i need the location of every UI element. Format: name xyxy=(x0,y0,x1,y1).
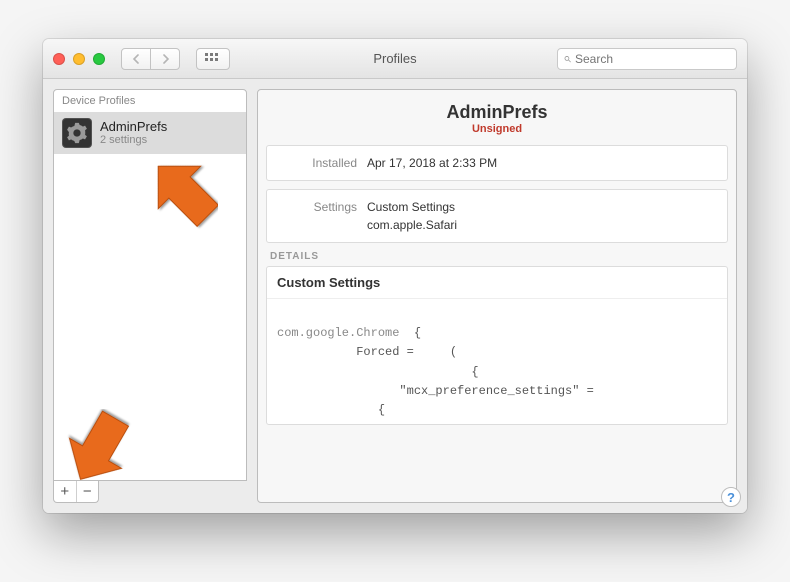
traffic-lights xyxy=(53,53,105,65)
settings-label-spacer xyxy=(277,218,357,232)
add-profile-button[interactable]: + xyxy=(54,481,77,502)
details-box-title: Custom Settings xyxy=(267,267,727,299)
chevron-right-icon xyxy=(161,54,170,64)
help-button[interactable]: ? xyxy=(721,487,741,507)
profile-item-name: AdminPrefs xyxy=(100,119,167,135)
settings-value: Custom Settings xyxy=(367,200,455,214)
profiles-list: Device Profiles AdminPrefs 2 settings xyxy=(53,89,247,481)
profile-item-text: AdminPrefs 2 settings xyxy=(100,119,167,148)
titlebar: Profiles xyxy=(43,39,747,79)
nav-buttons xyxy=(121,48,180,70)
profiles-list-header: Device Profiles xyxy=(54,90,246,112)
details-domain: com.google.Chrome xyxy=(277,326,399,340)
search-input[interactable] xyxy=(575,52,730,66)
gear-icon xyxy=(62,118,92,148)
details-header: DETAILS xyxy=(270,251,728,262)
installed-card: Installed Apr 17, 2018 at 2:33 PM xyxy=(266,145,728,181)
settings-label: Settings xyxy=(277,200,357,214)
detail-status: Unsigned xyxy=(266,123,728,135)
settings-card: Settings Custom Settings com.apple.Safar… xyxy=(266,189,728,243)
window-body: Device Profiles AdminPrefs 2 settings + … xyxy=(43,79,747,513)
preferences-window: Profiles Device Profiles AdminPrefs 2 se… xyxy=(43,39,747,513)
close-window-button[interactable] xyxy=(53,53,65,65)
search-field[interactable] xyxy=(557,48,737,70)
back-button[interactable] xyxy=(121,48,151,70)
sidebar: Device Profiles AdminPrefs 2 settings + … xyxy=(53,89,247,503)
installed-label: Installed xyxy=(277,156,357,170)
show-all-button[interactable] xyxy=(196,48,230,70)
profile-item-adminprefs[interactable]: AdminPrefs 2 settings xyxy=(54,112,246,154)
grid-icon xyxy=(205,53,221,65)
detail-title: AdminPrefs xyxy=(266,102,728,123)
settings-bundle: com.apple.Safari xyxy=(367,218,457,232)
forward-button[interactable] xyxy=(150,48,180,70)
chevron-left-icon xyxy=(132,54,141,64)
sidebar-footer: + − xyxy=(53,481,99,503)
profile-item-subtitle: 2 settings xyxy=(100,134,167,147)
profile-detail: AdminPrefs Unsigned Installed Apr 17, 20… xyxy=(257,89,737,503)
minimize-window-button[interactable] xyxy=(73,53,85,65)
zoom-window-button[interactable] xyxy=(93,53,105,65)
remove-profile-button[interactable]: − xyxy=(77,481,99,502)
search-icon xyxy=(564,53,571,65)
details-box: Custom Settings com.google.Chrome { Forc… xyxy=(266,266,728,425)
installed-value: Apr 17, 2018 at 2:33 PM xyxy=(367,156,497,170)
